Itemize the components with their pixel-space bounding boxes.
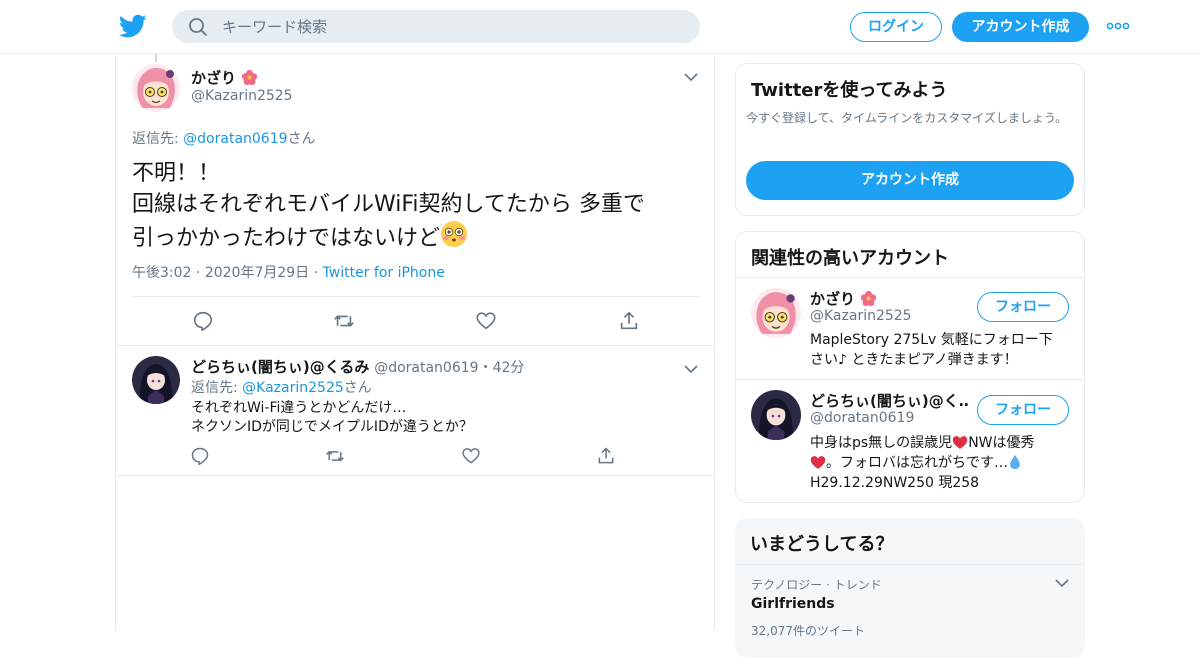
reply-text-line: ネクソンIDが同じでメイプルIDが違うとか？ xyxy=(191,419,473,435)
account-bio-text: NWは優秀 xyxy=(968,435,1035,451)
account-handle[interactable]: @Kazarin2525 xyxy=(810,308,912,324)
hibiscus-icon xyxy=(242,69,258,86)
avatar[interactable] xyxy=(132,64,180,112)
tweet-date[interactable]: 2020年7月29日 xyxy=(205,265,309,281)
account-name[interactable]: どらちぃ(闇ちぃ)@く… xyxy=(810,390,970,411)
meta-separator: · xyxy=(309,265,323,281)
reply-text-line: それぞれWi-Fi違うとかどんだけ… xyxy=(191,400,407,416)
trend-category: テクノロジー · トレンド xyxy=(751,578,882,592)
trends-card: いまどうしてる？ テクノロジー · トレンド Girlfriends 32,07… xyxy=(735,518,1085,658)
related-accounts-card: 関連性の高いアカウント かざり @Kazarin2525 フォロー MapleS… xyxy=(735,231,1085,503)
search-input[interactable] xyxy=(222,10,682,43)
account-handle[interactable]: @doratan0619 xyxy=(810,410,914,426)
search-icon xyxy=(189,18,207,36)
timeline: かざり @Kazarin2525 返信先: @doratan0619さん 不明！… xyxy=(115,54,715,630)
chevron-down-icon[interactable] xyxy=(684,364,698,374)
more-dots-icon[interactable] xyxy=(1106,18,1130,34)
account-bio-text: 中身はps無しの誤歳児 xyxy=(810,435,953,451)
login-button[interactable]: ログイン xyxy=(850,12,942,42)
tweet-text-line: 回線はそれぞれモバイルWiFi契約してたから 多重で xyxy=(132,192,645,217)
avatar[interactable] xyxy=(751,390,801,440)
author-handle[interactable]: @Kazarin2525 xyxy=(191,88,293,104)
related-accounts-title: 関連性の高いアカウント xyxy=(751,248,949,269)
tweet-text: 不明！！ 回線はそれぞれモバイルWiFi契約してたから 多重で 引っかかったわけ… xyxy=(132,158,702,254)
reply-to-link[interactable]: @doratan0619 xyxy=(183,131,287,147)
trend-count: 32,077件のツイート xyxy=(751,624,865,638)
account-bio-line: MapleStory 275Lv 気軽にフォロー下 xyxy=(810,332,1053,348)
reply-icon[interactable] xyxy=(190,446,210,466)
reply-text: それぞれWi-Fi違うとかどんだけ… ネクソンIDが同じでメイプルIDが違うとか… xyxy=(191,399,473,437)
like-heart-icon[interactable] xyxy=(475,310,497,332)
twitter-bird-icon[interactable] xyxy=(119,12,147,40)
reply-prefix: 返信先: xyxy=(132,131,184,147)
signup-card-button[interactable]: アカウント作成 xyxy=(746,161,1074,200)
avatar[interactable] xyxy=(751,288,801,338)
account-bio-line: さい♪ ときたまピアノ弾きます！ xyxy=(810,352,1018,368)
tweet-text-line-content: 引っかかったわけではないけど xyxy=(132,226,441,251)
like-heart-icon[interactable] xyxy=(461,446,481,466)
account-bio-line: H29.12.29NW250 現258 xyxy=(810,475,980,491)
red-heart-icon xyxy=(810,456,826,469)
hibiscus-icon xyxy=(861,290,877,307)
follow-button[interactable]: フォロー xyxy=(977,395,1069,425)
trends-title: いまどうしてる？ xyxy=(750,534,894,555)
divider xyxy=(132,296,700,297)
chevron-down-icon[interactable] xyxy=(1055,578,1069,588)
flushed-face-icon xyxy=(441,221,468,247)
divider xyxy=(736,277,1084,278)
divider xyxy=(736,379,1084,380)
meta-separator: ・ xyxy=(478,360,493,376)
account-bio-text: 。フォロバは忘れがちです… xyxy=(826,455,1008,471)
signup-card-description: 今すぐ登録して、タイムラインをカスタマイズしましょう。 xyxy=(746,111,1068,125)
follow-button[interactable]: フォロー xyxy=(977,292,1069,322)
reply-tweet: どらちぃ(闇ちぃ)@くるみ @doratan0619・42分 返信先: @Kaz… xyxy=(116,346,714,476)
meta-separator: · xyxy=(191,265,205,281)
divider xyxy=(735,564,1085,565)
share-icon[interactable] xyxy=(618,310,640,332)
top-bar: ログイン アカウント作成 xyxy=(0,0,1200,54)
reply-age[interactable]: 42分 xyxy=(493,360,525,376)
account-bio-line: 。フォロバは忘れがちです… xyxy=(810,453,1080,473)
account-bio-line: 中身はps無しの誤歳児 NWは優秀 xyxy=(810,433,1080,453)
reply-context: 返信先: @Kazarin2525さん xyxy=(191,377,372,397)
chevron-down-icon[interactable] xyxy=(684,72,698,82)
search-box[interactable] xyxy=(172,10,700,43)
reply-icon[interactable] xyxy=(192,310,214,332)
main-tweet: かざり @Kazarin2525 返信先: @doratan0619さん 不明！… xyxy=(116,54,714,346)
author-name[interactable]: かざり xyxy=(191,67,258,88)
retweet-icon[interactable] xyxy=(333,310,355,332)
account-bio: MapleStory 275Lv 気軽にフォロー下 さい♪ ときたまピアノ弾きま… xyxy=(810,330,1070,370)
reply-header: どらちぃ(闇ちぃ)@くるみ @doratan0619・42分 xyxy=(191,356,524,377)
account-name-text: かざり xyxy=(810,290,856,308)
avatar[interactable] xyxy=(132,356,180,404)
tweet-time[interactable]: 午後3:02 xyxy=(132,265,191,281)
retweet-icon[interactable] xyxy=(325,446,345,466)
reply-prefix: 返信先: xyxy=(191,380,243,396)
tweet-text-line: 不明！！ xyxy=(132,161,221,186)
reply-suffix: さん xyxy=(287,131,316,147)
reply-author-handle[interactable]: @doratan0619 xyxy=(374,360,478,376)
droplet-icon xyxy=(1010,454,1020,470)
account-name[interactable]: かざり xyxy=(810,288,970,309)
account-bio: 中身はps無しの誤歳児 NWは優秀 。フォロバは忘れがちです… H29.12.29… xyxy=(810,433,1080,493)
reply-author-name[interactable]: どらちぃ(闇ちぃ)@くるみ xyxy=(191,358,369,376)
reply-context: 返信先: @doratan0619さん xyxy=(132,128,316,148)
red-heart-icon xyxy=(952,436,968,449)
author-name-text: かざり xyxy=(191,69,237,87)
tweet-source-link[interactable]: Twitter for iPhone xyxy=(323,265,445,281)
trend-name[interactable]: Girlfriends xyxy=(751,596,835,612)
tweet-meta: 午後3:02 · 2020年7月29日 · Twitter for iPhone xyxy=(132,262,445,282)
reply-to-link[interactable]: @Kazarin2525 xyxy=(242,380,344,396)
tweet-text-line: 引っかかったわけではないけど xyxy=(132,220,702,254)
share-icon[interactable] xyxy=(596,446,616,466)
signup-button[interactable]: アカウント作成 xyxy=(952,12,1089,42)
signup-card-title: Twitterを使ってみよう xyxy=(751,80,948,101)
signup-card: Twitterを使ってみよう 今すぐ登録して、タイムラインをカスタマイズしましょ… xyxy=(735,63,1085,216)
reply-suffix: さん xyxy=(343,380,372,396)
